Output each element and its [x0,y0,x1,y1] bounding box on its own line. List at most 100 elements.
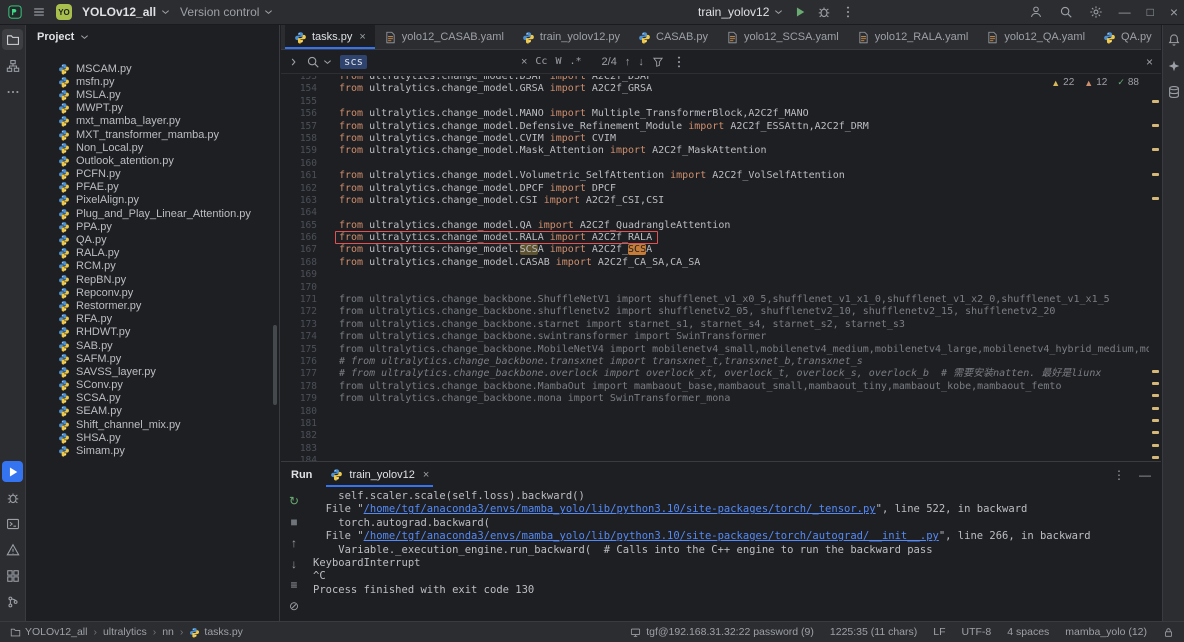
status-file-encoding[interactable]: UTF-8 [962,626,992,638]
debug-button[interactable] [817,5,831,19]
project-file-PCFN.py[interactable]: PCFN.py [27,168,279,181]
breadcrumb-nn[interactable]: nn [162,626,174,638]
project-file-RALA.py[interactable]: RALA.py [27,247,279,260]
project-scrollbar[interactable] [273,325,277,405]
project-file-msfn.py[interactable]: msfn.py [27,75,279,88]
account-icon[interactable] [1029,5,1043,19]
more-run-options-icon[interactable] [841,5,855,19]
line-number[interactable]: 154 [281,83,325,95]
file-link[interactable]: /home/tgf/anaconda3/envs/mamba_yolo/lib/… [364,530,939,542]
project-file-SEAM.py[interactable]: SEAM.py [27,405,279,418]
tab-train_yolov12.py[interactable]: train_yolov12.py [513,25,629,49]
line-number[interactable]: 165 [281,220,325,232]
search-filter-icon[interactable] [652,56,664,68]
line-number[interactable]: 183 [281,443,325,455]
run-button[interactable] [793,5,807,19]
project-file-MSCAM.py[interactable]: MSCAM.py [27,62,279,75]
breadcrumb-tasks.py[interactable]: tasks.py [189,626,243,638]
line-number[interactable]: 172 [281,306,325,318]
project-file-PPA.py[interactable]: PPA.py [27,220,279,233]
hide-icon[interactable]: — [1139,469,1151,481]
next-match-icon[interactable]: ↓ [638,56,644,68]
settings-gear-icon[interactable] [1089,5,1103,19]
line-number[interactable]: 160 [281,158,325,170]
project-file-RHDWT.py[interactable]: RHDWT.py [27,326,279,339]
line-number[interactable]: 179 [281,393,325,405]
window-maximize-button[interactable]: □ [1147,5,1154,19]
project-file-mxt_mamba_layer.py[interactable]: mxt_mamba_layer.py [27,115,279,128]
project-file-SCSA.py[interactable]: SCSA.py [27,392,279,405]
line-number[interactable]: 180 [281,406,325,418]
project-file-SAVSS_layer.py[interactable]: SAVSS_layer.py [27,365,279,378]
search-more-options-icon[interactable] [672,55,686,69]
status-indent-style[interactable]: 4 spaces [1007,626,1049,638]
line-number[interactable]: 156 [281,108,325,120]
services-tool-button[interactable] [2,565,23,586]
console-output[interactable]: self.scaler.scale(self.loss).backward() … [307,487,1161,621]
breadcrumb-YOLOv12_all[interactable]: YOLOv12_all [10,626,87,638]
debug-tool-button[interactable] [2,487,23,508]
up-stack-trace-icon[interactable]: ↑ [284,533,304,552]
line-number[interactable]: 177 [281,368,325,380]
run-tab-close-icon[interactable]: × [423,469,429,481]
whole-words-toggle[interactable]: W [555,56,561,67]
code-editor[interactable]: 153from ultralytics.change_model.DSAF im… [281,74,1161,461]
more-icon[interactable]: ⋮ [1113,469,1125,481]
status-remote-host[interactable]: tgf@192.168.31.32:22 password (9) [630,626,814,638]
line-number[interactable]: 157 [281,121,325,133]
project-file-RFA.py[interactable]: RFA.py [27,313,279,326]
line-number[interactable]: 175 [281,344,325,356]
line-number[interactable]: 163 [281,195,325,207]
run-console-tab[interactable]: train_yolov12 × [326,462,433,487]
tab-yolo12_SCSA.yaml[interactable]: yolo12_SCSA.yaml [717,25,848,49]
project-file-MWPT.py[interactable]: MWPT.py [27,102,279,115]
clear-all-icon[interactable]: ⊘ [284,596,304,615]
problems-tool-button[interactable] [2,539,23,560]
project-file-MXT_transformer_mamba.py[interactable]: MXT_transformer_mamba.py [27,128,279,141]
project-file-Repconv.py[interactable]: Repconv.py [27,286,279,299]
line-number[interactable]: 174 [281,331,325,343]
line-number[interactable]: 159 [281,145,325,157]
line-number[interactable]: 181 [281,418,325,430]
tab-close-icon[interactable]: × [359,31,365,43]
project-name-widget[interactable]: YOLOv12_all [82,5,170,19]
resolved-badge[interactable]: ✓88 [1117,77,1139,88]
run-config-selector[interactable]: train_yolov12 [698,5,783,19]
more-tool-windows-button[interactable] [2,81,23,102]
status-readonly-lock[interactable] [1163,627,1174,638]
line-number[interactable]: 162 [281,183,325,195]
line-number[interactable]: 161 [281,170,325,182]
main-menu-icon[interactable] [32,5,46,19]
project-file-Outlook_atention.py[interactable]: Outlook_atention.py [27,154,279,167]
tab-yolo12_RALA.yaml[interactable]: yolo12_RALA.yaml [848,25,978,49]
breadcrumb-ultralytics[interactable]: ultralytics [103,626,147,638]
line-number[interactable]: 155 [281,96,325,108]
project-file-Non_Local.py[interactable]: Non_Local.py [27,141,279,154]
project-file-MSLA.py[interactable]: MSLA.py [27,88,279,101]
project-file-QA.py[interactable]: QA.py [27,233,279,246]
status-cursor-position[interactable]: 1225:35 (11 chars) [830,626,917,638]
line-number[interactable]: 169 [281,269,325,281]
stop-icon[interactable]: ■ [284,512,304,531]
project-file-RCM.py[interactable]: RCM.py [27,260,279,273]
clear-search-icon[interactable]: × [521,56,527,68]
database-button[interactable] [1163,81,1184,102]
project-file-Simam.py[interactable]: Simam.py [27,444,279,457]
tab-QA.py[interactable]: QA.py [1094,25,1161,49]
terminal-tool-button[interactable] [2,513,23,534]
project-file-Restormer.py[interactable]: Restormer.py [27,299,279,312]
search-everywhere-icon[interactable] [1059,5,1073,19]
soft-wrap-icon[interactable]: ≡ [284,575,304,594]
line-number[interactable]: 166 [281,232,325,244]
line-number[interactable]: 182 [281,430,325,442]
warning-badge[interactable]: ▲22 [1051,77,1074,88]
tab-yolo12_CASAB.yaml[interactable]: yolo12_CASAB.yaml [375,25,513,49]
line-number[interactable]: 173 [281,319,325,331]
line-number[interactable]: 184 [281,455,325,461]
structure-tool-button[interactable] [2,55,23,76]
line-number[interactable]: 153 [281,76,325,83]
close-search-icon[interactable]: × [1146,55,1153,69]
project-file-SAFM.py[interactable]: SAFM.py [27,352,279,365]
search-history-widget[interactable] [306,55,332,69]
version-control-tool-button[interactable] [2,591,23,612]
